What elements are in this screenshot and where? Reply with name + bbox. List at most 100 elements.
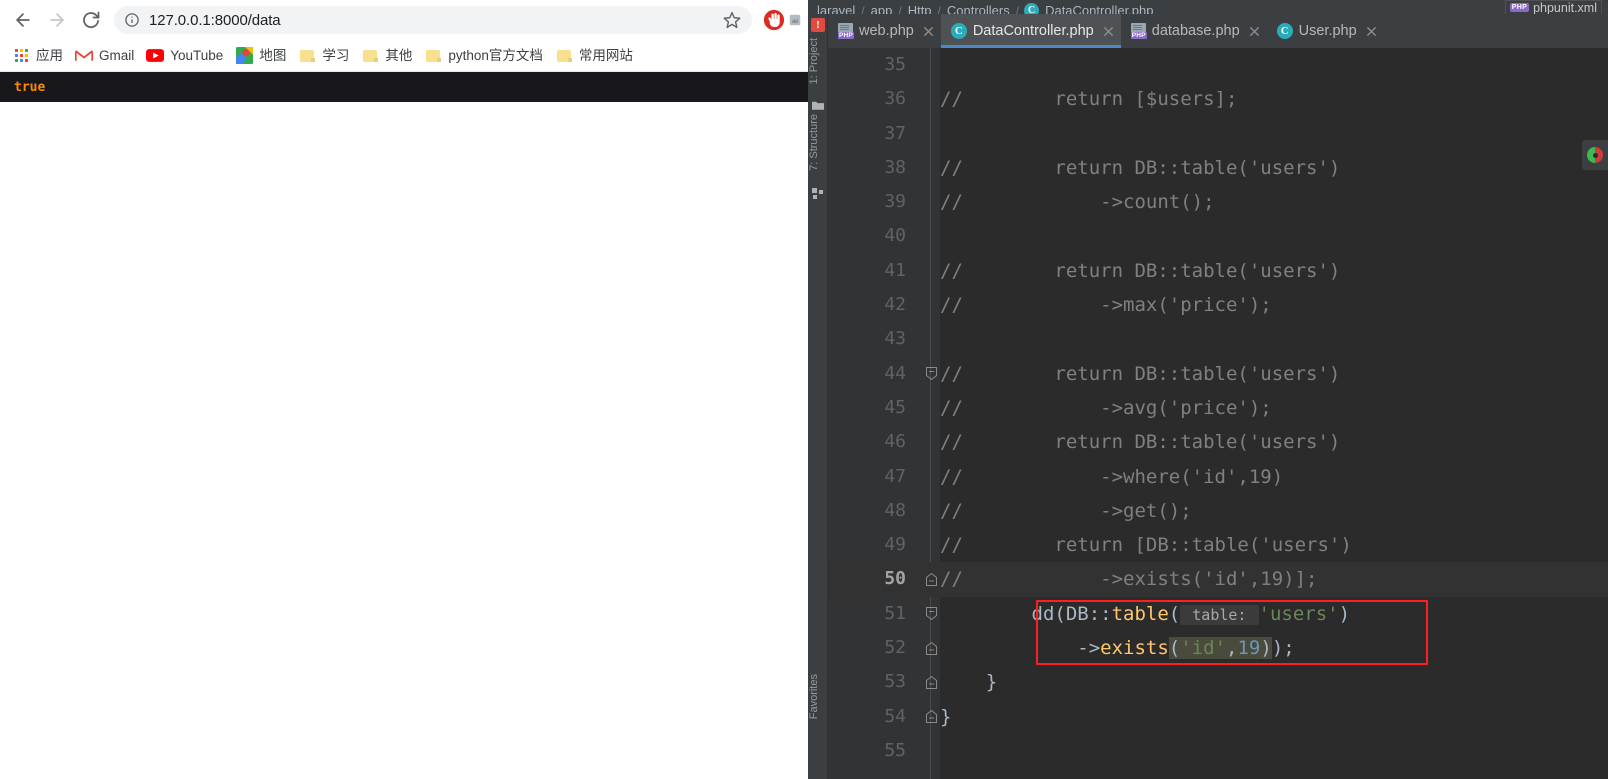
- code-text: // return DB::table('users'): [940, 431, 1341, 454]
- code-text: // return DB::table('users'): [940, 362, 1341, 385]
- code-line[interactable]: 44 // return DB::table('users'): [828, 357, 1608, 391]
- bookmark-folder-frequent-sites[interactable]: 常用网站: [551, 44, 641, 68]
- code-line[interactable]: 55: [828, 734, 1608, 768]
- breadcrumb-item[interactable]: Controllers: [946, 3, 1011, 14]
- youtube-icon: [146, 47, 165, 65]
- code-line[interactable]: 45 // ->avg('price');: [828, 391, 1608, 425]
- tab-datacontroller-php[interactable]: C DataController.php: [940, 14, 1121, 48]
- line-number: 54: [884, 705, 906, 727]
- code-line[interactable]: 36 // return [$users];: [828, 82, 1608, 116]
- sidebar-item-structure[interactable]: 7: Structure: [808, 114, 828, 171]
- tab-database-php[interactable]: PHP database.php: [1121, 14, 1267, 48]
- code-text: }: [940, 671, 998, 694]
- code-line[interactable]: 49 // return [DB::table('users'): [828, 528, 1608, 562]
- bookmark-folder-python-docs[interactable]: python官方文档: [420, 44, 551, 68]
- page-viewport: true: [0, 72, 808, 779]
- close-icon[interactable]: [1365, 25, 1378, 38]
- breadcrumb-item[interactable]: app: [870, 3, 894, 14]
- editor-tab-bar: PHP web.php C DataController.php PHP dat…: [828, 14, 1608, 48]
- tab-user-php[interactable]: C User.php: [1267, 14, 1384, 48]
- line-number: 43: [884, 328, 906, 350]
- line-number: 44: [884, 362, 906, 384]
- bookmark-label: 应用: [36, 47, 63, 63]
- tool-window-stripe-left: ! 1: Project 7: Structure Favorites: [808, 14, 828, 779]
- bookmark-label: 学习: [322, 47, 350, 63]
- phpunit-config-chip[interactable]: PHP phpunit.xml: [1504, 0, 1602, 15]
- code-line[interactable]: 52 ->exists('id',19));: [828, 631, 1608, 665]
- line-number: 51: [884, 602, 906, 624]
- info-circle-icon[interactable]: [124, 12, 140, 28]
- code-editor[interactable]: 35 36 // return [$users]; 37 38 // return DB:…: [828, 48, 1608, 779]
- sidebar-item-favorites[interactable]: Favorites: [808, 674, 828, 719]
- bookmark-maps[interactable]: 地图: [231, 44, 294, 68]
- bookmark-folder-other[interactable]: 其他: [357, 44, 420, 68]
- inspections-widget[interactable]: [1582, 140, 1608, 170]
- code-line[interactable]: 35: [828, 48, 1608, 82]
- bookmark-label: Gmail: [99, 47, 135, 63]
- structure-icon: [812, 186, 824, 199]
- line-number: 46: [884, 431, 906, 453]
- code-line[interactable]: 47 // ->where('id',19): [828, 460, 1608, 494]
- breadcrumb-item[interactable]: Http: [907, 3, 933, 14]
- code-line[interactable]: 51 dd(DB::table( table: 'users'): [828, 597, 1608, 631]
- line-number: 48: [884, 499, 906, 521]
- code-text: // ->exists('id',19)];: [940, 568, 1318, 591]
- code-fold-toggle-icon[interactable]: [924, 597, 939, 631]
- bookmark-gmail[interactable]: Gmail: [71, 44, 142, 68]
- line-number: 39: [884, 191, 906, 213]
- tab-web-php[interactable]: PHP web.php: [828, 14, 941, 48]
- code-line[interactable]: 39 // ->count();: [828, 185, 1608, 219]
- code-line[interactable]: 37: [828, 117, 1608, 151]
- code-lines: 35 36 // return [$users]; 37 38 // return DB:…: [828, 48, 1608, 768]
- code-line[interactable]: 41 // return DB::table('users'): [828, 254, 1608, 288]
- line-number: 52: [884, 637, 906, 659]
- php-file-icon: PHP: [1130, 23, 1147, 39]
- code-line[interactable]: 53 }: [828, 665, 1608, 699]
- code-line[interactable]: 46 // return DB::table('users'): [828, 425, 1608, 459]
- breadcrumb-item[interactable]: DataController.php: [1044, 3, 1154, 14]
- address-bar[interactable]: 127.0.0.1:8000/data: [114, 6, 752, 34]
- code-text: dd(DB::table( table: 'users'): [940, 602, 1351, 625]
- php-class-icon: C: [1024, 3, 1040, 14]
- code-line[interactable]: 38 // return DB::table('users'): [828, 151, 1608, 185]
- code-fold-toggle-icon[interactable]: [924, 631, 939, 665]
- bookmark-label: 其他: [385, 47, 413, 63]
- code-line[interactable]: 42 // ->max('price');: [828, 288, 1608, 322]
- star-icon[interactable]: [722, 10, 742, 30]
- dd-value: true: [14, 79, 46, 95]
- sidebar-item-project[interactable]: 1: Project: [808, 38, 828, 84]
- extension-icon[interactable]: [788, 6, 802, 34]
- adblock-icon[interactable]: [760, 6, 788, 34]
- breadcrumb-separator: /: [1015, 3, 1020, 15]
- line-number: 36: [884, 88, 906, 110]
- back-button[interactable]: [6, 3, 40, 37]
- code-line[interactable]: 48 // ->get();: [828, 494, 1608, 528]
- google-maps-icon: [235, 47, 253, 65]
- code-fold-toggle-icon[interactable]: [924, 665, 939, 699]
- code-line[interactable]: 40: [828, 219, 1608, 253]
- line-number: 47: [884, 465, 906, 487]
- code-line[interactable]: 43: [828, 322, 1608, 356]
- line-number: 49: [884, 534, 906, 556]
- bookmark-apps[interactable]: 应用: [8, 44, 71, 68]
- breadcrumb-separator: /: [861, 3, 865, 15]
- php-class-icon: C: [950, 23, 967, 39]
- code-fold-toggle-icon[interactable]: [924, 357, 939, 391]
- code-fold-toggle-icon[interactable]: [924, 562, 939, 596]
- close-icon[interactable]: [1248, 25, 1261, 38]
- bookmark-youtube[interactable]: YouTube: [142, 44, 231, 68]
- reload-button[interactable]: [74, 3, 108, 37]
- line-number: 50: [884, 568, 906, 590]
- code-text: // ->get();: [940, 499, 1192, 522]
- breadcrumb-item[interactable]: laravel: [816, 3, 856, 14]
- bookmark-folder-study[interactable]: 学习: [294, 44, 357, 68]
- code-line[interactable]: 50 // ->exists('id',19)];: [828, 562, 1608, 597]
- phpunit-config-label: phpunit.xml: [1533, 0, 1597, 15]
- code-fold-toggle-icon[interactable]: [924, 700, 939, 734]
- forward-button[interactable]: [40, 3, 74, 37]
- code-line[interactable]: 54}: [828, 700, 1608, 734]
- close-icon[interactable]: [1102, 25, 1115, 38]
- close-icon[interactable]: [922, 25, 935, 38]
- error-badge[interactable]: !: [811, 18, 825, 32]
- code-text: // ->avg('price');: [940, 396, 1272, 419]
